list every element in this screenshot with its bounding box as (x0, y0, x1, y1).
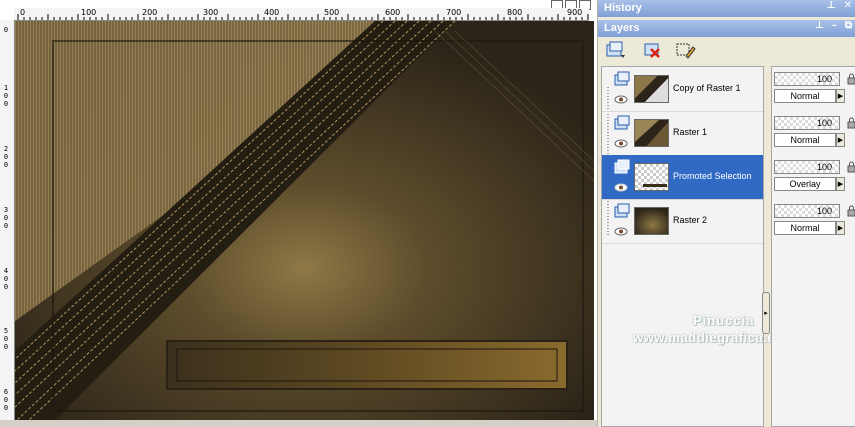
layer-properties-row: 100 Normal ▶ (772, 199, 855, 243)
blend-mode-select[interactable]: Overlay (774, 177, 836, 191)
layers-title-bar[interactable]: Layers ⊥ – ⧉ (598, 20, 855, 37)
palette-panel: History ⊥ ✕ Layers ⊥ – ⧉ Copy of Raster 1 (597, 0, 855, 427)
layer-thumbnail (634, 119, 669, 147)
layer-properties-row: 100 Overlay ▶ (772, 155, 855, 199)
blend-dropdown-arrow-icon[interactable]: ▶ (836, 133, 845, 147)
history-title-bar[interactable]: History ⊥ ✕ (598, 0, 855, 17)
lock-icon[interactable] (847, 117, 855, 129)
lock-icon[interactable] (847, 73, 855, 85)
layer-row[interactable]: Copy of Raster 1 (602, 67, 763, 111)
new-raster-layer-icon[interactable] (604, 40, 626, 60)
layer-row[interactable]: Raster 2 (602, 199, 763, 243)
eye-icon[interactable] (614, 227, 628, 236)
ruler-ticks (17, 14, 589, 20)
eye-icon[interactable] (614, 183, 628, 192)
opacity-slider[interactable]: 100 (774, 204, 840, 218)
raster-layer-icon (614, 71, 630, 86)
close-icon[interactable]: ✕ (844, 0, 852, 11)
horizontal-scrollbar[interactable] (0, 420, 597, 427)
layer-name: Copy of Raster 1 (673, 83, 741, 93)
raster-layer-icon (614, 203, 630, 218)
blend-mode-select[interactable]: Normal (774, 221, 836, 235)
panel-splitter[interactable]: ▸ (762, 292, 770, 334)
ruler-tick-label: 6 0 0 (3, 388, 9, 412)
raster-layer-icon (614, 115, 630, 130)
lock-icon[interactable] (847, 161, 855, 173)
layers-toolbar (598, 37, 855, 63)
image-canvas-window: 0 100 200 300 400 500 600 700 800 900 0 … (0, 0, 597, 427)
layer-row-selected[interactable]: Promoted Selection (602, 155, 763, 199)
watermark-url: www.maddiegrafica.eu (633, 330, 784, 345)
layers-title: Layers (604, 22, 640, 34)
ruler-tick-label: 2 0 0 (3, 145, 9, 169)
ruler-tick-label: 3 0 0 (3, 206, 9, 230)
layer-thumbnail (634, 75, 669, 103)
vertical-ruler: 0 1 0 0 2 0 0 3 0 0 4 0 0 5 0 0 6 0 0 (0, 20, 15, 427)
layer-properties-row: 100 Normal ▶ (772, 67, 855, 111)
layer-name: Promoted Selection (673, 171, 752, 181)
layer-properties-row: 100 Normal ▶ (772, 111, 855, 155)
blend-mode-select[interactable]: Normal (774, 133, 836, 147)
eye-icon[interactable] (614, 95, 628, 104)
artwork-image[interactable] (15, 21, 594, 420)
blend-dropdown-arrow-icon[interactable]: ▶ (836, 221, 845, 235)
eye-icon[interactable] (614, 139, 628, 148)
pin-icon[interactable]: ⊥ (815, 20, 824, 31)
layer-thumbnail (634, 163, 669, 191)
ruler-tick-label: 5 0 0 (3, 327, 9, 351)
layer-thumbnail (634, 207, 669, 235)
blend-dropdown-arrow-icon[interactable]: ▶ (836, 89, 845, 103)
ruler-tick-label: 0 (3, 26, 9, 34)
layers-list: Copy of Raster 1 Raster 1 Promoted Selec… (601, 66, 783, 427)
watermark-name: Pinuccia (693, 313, 755, 328)
pin-icon[interactable]: ⊥ (826, 0, 835, 11)
raster-layer-icon (614, 159, 630, 174)
blend-mode-select[interactable]: Normal (774, 89, 836, 103)
edit-selection-icon[interactable] (674, 40, 696, 60)
opacity-slider[interactable]: 100 (774, 160, 840, 174)
delete-layer-icon[interactable] (642, 40, 664, 60)
layer-name: Raster 1 (673, 127, 708, 137)
lock-icon[interactable] (847, 205, 855, 217)
ruler-tick-label: 1 0 0 (3, 84, 9, 108)
opacity-slider[interactable]: 100 (774, 116, 840, 130)
blend-dropdown-arrow-icon[interactable]: ▶ (836, 177, 845, 191)
horizontal-ruler: 0 100 200 300 400 500 600 700 800 900 (14, 8, 589, 21)
opacity-slider[interactable]: 100 (774, 72, 840, 86)
layer-properties-list: 100 Normal ▶ 100 Normal ▶ 100 Overlay ▶ … (771, 66, 855, 427)
layer-name: Raster 2 (673, 215, 708, 225)
history-title: History (604, 2, 642, 14)
minimize-icon[interactable]: – (832, 20, 837, 31)
layer-row[interactable]: Raster 1 (602, 111, 763, 155)
restore-icon[interactable]: ⧉ (845, 20, 852, 31)
ruler-tick-label: 4 0 0 (3, 267, 9, 291)
artwork-graphic (15, 21, 594, 420)
